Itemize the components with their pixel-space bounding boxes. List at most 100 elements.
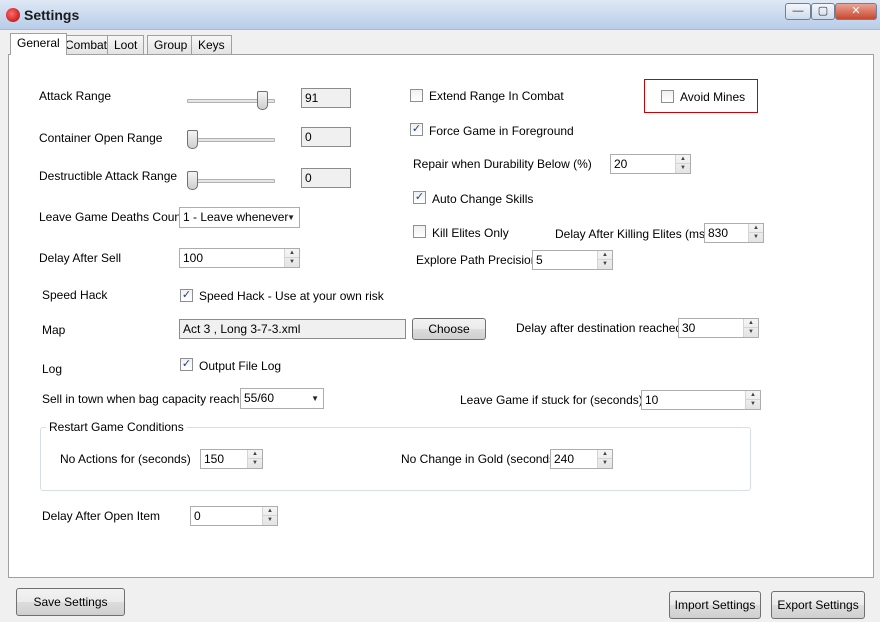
destructible-attack-range-label: Destructible Attack Range [39,169,178,183]
delay-after-killing-elites-label: Delay After Killing Elites (ms) [555,227,710,241]
close-icon: ✕ [851,5,861,17]
output-file-log-checkbox[interactable]: ✓ [180,358,193,371]
force-foreground-label[interactable]: Force Game in Foreground [429,124,574,138]
window-title: Settings [24,7,80,23]
general-tab-panel: Attack Range 91 Container Open Range 0 D… [8,54,874,578]
tab-keys[interactable]: Keys [191,35,232,54]
log-label: Log [42,362,63,376]
spin-up-icon[interactable]: ▲ [749,224,763,233]
spin-down-icon[interactable]: ▼ [598,260,612,269]
no-actions-stepper[interactable]: 150 ▲ ▼ [200,449,263,469]
auto-change-skills-checkbox[interactable]: ✓ [413,191,426,204]
stepper-value: 10 [645,393,659,407]
repair-durability-label: Repair when Durability Below (%) [413,157,592,171]
leave-game-stuck-stepper[interactable]: 10 ▲ ▼ [641,390,761,410]
tab-loot[interactable]: Loot [107,35,145,54]
spin-down-icon[interactable]: ▼ [263,516,277,525]
spin-down-icon[interactable]: ▼ [285,258,299,267]
spin-up-icon[interactable]: ▲ [598,450,612,459]
chevron-down-icon: ▼ [311,394,319,403]
select-value: 55/60 [244,391,275,405]
map-path-field: Act 3 , Long 3-7-3.xml [179,319,406,339]
minimize-icon: — [792,5,804,17]
stepper-value: 20 [614,157,628,171]
spin-up-icon[interactable]: ▲ [744,319,758,328]
delay-after-destination-stepper[interactable]: 30 ▲ ▼ [678,318,759,338]
kill-elites-only-label[interactable]: Kill Elites Only [432,226,509,240]
spin-down-icon[interactable]: ▼ [746,400,760,409]
stepper-value: 5 [536,253,543,267]
destructible-range-value: 0 [301,168,351,188]
no-gold-change-stepper[interactable]: 240 ▲ ▼ [550,449,613,469]
attack-range-slider-thumb[interactable] [257,91,269,110]
tab-label: Combat [65,38,108,52]
stepper-arrows[interactable]: ▲ ▼ [748,224,763,242]
check-icon: ✓ [181,289,192,301]
spin-down-icon[interactable]: ▼ [598,459,612,468]
export-settings-button[interactable]: Export Settings [771,591,865,619]
map-label: Map [42,323,66,337]
delay-after-open-item-label: Delay After Open Item [42,509,161,523]
kill-elites-only-checkbox[interactable] [413,225,426,238]
stepper-arrows[interactable]: ▲ ▼ [247,450,262,468]
spin-up-icon[interactable]: ▲ [285,249,299,258]
stepper-arrows[interactable]: ▲ ▼ [675,155,690,173]
title-bar[interactable]: Settings — ▢ ✕ [0,0,880,30]
avoid-mines-checkbox[interactable] [661,90,674,103]
delay-after-sell-stepper[interactable]: 100 ▲ ▼ [179,248,300,268]
extend-range-checkbox[interactable] [410,89,423,102]
speed-hack-checkbox-label[interactable]: Speed Hack - Use at your own risk [199,289,384,303]
auto-change-skills-label[interactable]: Auto Change Skills [432,192,533,206]
choose-map-button[interactable]: Choose [412,318,486,340]
speed-hack-label: Speed Hack [42,288,108,302]
maximize-button[interactable]: ▢ [811,3,835,20]
destructible-range-slider-track[interactable] [187,179,275,183]
save-settings-button[interactable]: Save Settings [16,588,125,616]
explore-path-precision-stepper[interactable]: 5 ▲ ▼ [532,250,613,270]
spin-down-icon[interactable]: ▼ [248,459,262,468]
spin-up-icon[interactable]: ▲ [676,155,690,164]
stepper-arrows[interactable]: ▲ ▼ [597,450,612,468]
tab-label: Group [154,38,188,52]
attack-range-label: Attack Range [39,89,112,103]
container-open-range-slider-thumb[interactable] [187,130,198,149]
stepper-arrows[interactable]: ▲ ▼ [597,251,612,269]
spin-up-icon[interactable]: ▲ [248,450,262,459]
close-button[interactable]: ✕ [835,3,877,20]
spin-down-icon[interactable]: ▼ [744,328,758,337]
destructible-range-slider-thumb[interactable] [187,171,198,190]
stepper-arrows[interactable]: ▲ ▼ [743,319,758,337]
stepper-arrows[interactable]: ▲ ▼ [284,249,299,267]
container-open-range-slider-track[interactable] [187,138,275,142]
container-open-range-value: 0 [301,127,351,147]
delay-after-open-item-stepper[interactable]: 0 ▲ ▼ [190,506,278,526]
force-foreground-checkbox[interactable]: ✓ [410,123,423,136]
extend-range-label[interactable]: Extend Range In Combat [429,89,564,103]
maximize-icon: ▢ [817,5,829,17]
spin-down-icon[interactable]: ▼ [676,164,690,173]
import-settings-button[interactable]: Import Settings [669,591,761,619]
minimize-button[interactable]: — [785,3,811,20]
spin-down-icon[interactable]: ▼ [749,233,763,242]
stepper-arrows[interactable]: ▲ ▼ [745,391,760,409]
output-file-log-label[interactable]: Output File Log [199,359,281,373]
stepper-arrows[interactable]: ▲ ▼ [262,507,277,525]
spin-up-icon[interactable]: ▲ [263,507,277,516]
repair-durability-stepper[interactable]: 20 ▲ ▼ [610,154,691,174]
spin-up-icon[interactable]: ▲ [598,251,612,260]
attack-range-value: 91 [301,88,351,108]
tab-group[interactable]: Group [147,35,195,54]
speed-hack-checkbox[interactable]: ✓ [180,289,193,302]
spin-up-icon[interactable]: ▲ [746,391,760,400]
stepper-value: 150 [204,452,225,466]
bag-capacity-select[interactable]: 55/60 ▼ [240,388,324,409]
delay-after-destination-label: Delay after destination reached [516,321,683,335]
leave-game-deaths-select[interactable]: 1 - Leave whenever ▼ [179,207,300,228]
no-actions-label: No Actions for (seconds) [60,452,191,466]
stepper-value: 100 [183,251,204,265]
sell-in-town-label: Sell in town when bag capacity reaches [42,392,253,406]
tab-general[interactable]: General [10,33,67,55]
stepper-value: 0 [194,509,201,523]
delay-after-killing-elites-stepper[interactable]: 830 ▲ ▼ [704,223,764,243]
avoid-mines-label[interactable]: Avoid Mines [680,90,745,104]
